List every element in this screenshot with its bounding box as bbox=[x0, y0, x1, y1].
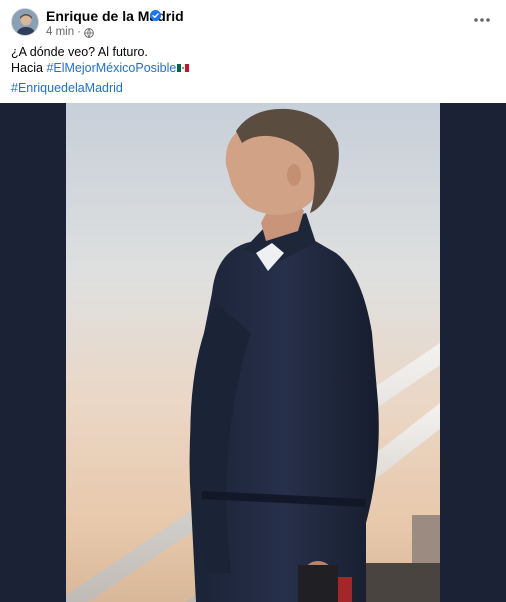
more-options-icon bbox=[474, 18, 490, 22]
post-timestamp[interactable]: 4 min bbox=[46, 26, 74, 39]
post-text-line-1: ¿A dónde veo? Al futuro. bbox=[11, 45, 148, 59]
author-name[interactable]: Enrique de la Madrid bbox=[46, 8, 184, 24]
verified-badge-icon bbox=[150, 10, 161, 21]
hashtag-link-el-mejor-mexico-posible[interactable]: #ElMejorMéxicoPosible bbox=[46, 61, 176, 75]
globe-icon bbox=[84, 27, 94, 38]
post-text-line-2: Hacia #ElMejorMéxicoPosible bbox=[11, 60, 190, 77]
more-options-button[interactable] bbox=[470, 10, 494, 30]
mexico-flag-icon bbox=[177, 64, 190, 73]
post-photo[interactable] bbox=[66, 103, 440, 602]
meta-separator: · bbox=[77, 26, 81, 38]
author-avatar[interactable] bbox=[11, 8, 39, 36]
post-photo-image bbox=[66, 103, 440, 602]
post-hashtag-line: #EnriquedelaMadrid bbox=[11, 81, 123, 96]
post-meta: 4 min · bbox=[46, 26, 94, 39]
post-text: ¿A dónde veo? Al futuro. Hacia #ElMejorM… bbox=[11, 45, 190, 77]
hashtag-link-enrique-de-la-madrid[interactable]: #EnriquedelaMadrid bbox=[11, 81, 123, 95]
post-text-prefix: Hacia bbox=[11, 60, 47, 75]
post-photo-frame[interactable] bbox=[0, 103, 506, 602]
post-header: Enrique de la Madrid 4 min · bbox=[0, 0, 506, 44]
